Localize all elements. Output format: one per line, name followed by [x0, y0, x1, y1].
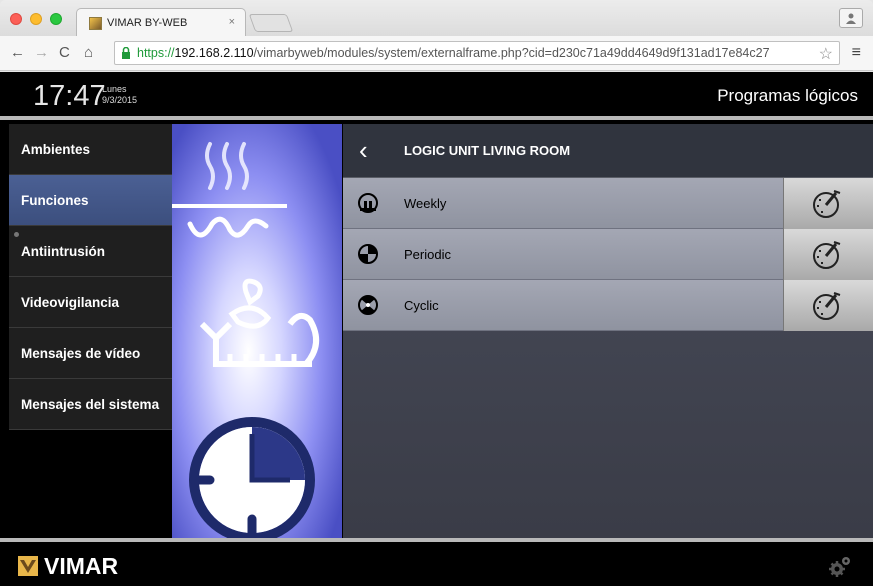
back-chevron-icon[interactable]: ‹: [359, 135, 368, 166]
tab-strip: VIMAR BY-WEB ×: [0, 0, 873, 36]
sidebar-item-antiintrusion[interactable]: Antiintrusión: [9, 226, 172, 277]
decorative-panel: [172, 124, 342, 538]
sidebar: Ambientes Funciones Antiintrusión Videov…: [9, 124, 172, 534]
program-row-periodic[interactable]: Periodic: [343, 229, 873, 280]
sidebar-item-label: Mensajes del sistema: [21, 397, 160, 412]
tab-title: VIMAR BY-WEB: [107, 17, 188, 29]
periodic-icon: [358, 244, 378, 264]
profile-icon[interactable]: [839, 8, 863, 28]
browser-window: VIMAR BY-WEB × ← → C ⌂ https://192.168.2…: [0, 0, 873, 586]
sidebar-item-funciones[interactable]: Funciones: [9, 175, 172, 226]
reload-icon[interactable]: C: [59, 44, 70, 61]
timer-edit-icon: [813, 241, 841, 269]
functions-illustration-icon: [172, 142, 319, 538]
main-panel: ‹ LOGIC UNIT LIVING ROOM Weekly Periodic…: [343, 124, 873, 538]
date-block: Lunes 9/3/2015: [102, 84, 137, 106]
app-header: 17:47 Lunes 9/3/2015 Programas lógicos: [0, 72, 873, 120]
timer-edit-icon: [813, 190, 841, 218]
browser-toolbar: ← → C ⌂ https://192.168.2.110/vimarbyweb…: [0, 36, 873, 71]
maximize-window-button[interactable]: [50, 13, 62, 25]
date: 9/3/2015: [102, 95, 138, 105]
weekly-icon: [358, 193, 378, 213]
sidebar-item-mensajes-video[interactable]: Mensajes de vídeo: [9, 328, 172, 379]
sidebar-item-label: Mensajes de vídeo: [21, 346, 141, 361]
app-footer: VIMAR: [0, 538, 873, 586]
back-arrow-icon[interactable]: ←: [10, 44, 25, 61]
logic-unit-title: LOGIC UNIT LIVING ROOM: [404, 143, 571, 158]
bookmark-star-icon[interactable]: ☆: [819, 44, 833, 64]
browser-tab[interactable]: VIMAR BY-WEB ×: [76, 8, 246, 36]
row-label: Cyclic: [404, 298, 439, 313]
sidebar-item-label: Videovigilancia: [21, 295, 120, 310]
timer-edit-icon: [813, 292, 841, 320]
edit-program-button[interactable]: [783, 280, 873, 331]
address-bar[interactable]: https://192.168.2.110/vimarbyweb/modules…: [114, 41, 840, 65]
menu-icon[interactable]: ≡: [852, 44, 861, 62]
edit-program-button[interactable]: [783, 178, 873, 229]
close-window-button[interactable]: [10, 13, 22, 25]
vimar-app: 17:47 Lunes 9/3/2015 Programas lógicos A…: [0, 72, 873, 586]
url-scheme: https://: [137, 46, 175, 60]
weekday: Lunes: [102, 84, 127, 94]
program-row-cyclic[interactable]: Cyclic: [343, 280, 873, 331]
edit-program-button[interactable]: [783, 229, 873, 280]
program-row-weekly[interactable]: Weekly: [343, 178, 873, 229]
sidebar-item-label: Funciones: [21, 193, 89, 208]
home-icon[interactable]: ⌂: [84, 44, 93, 61]
sidebar-item-videovigilancia[interactable]: Videovigilancia: [9, 277, 172, 328]
brand-name: VIMAR: [44, 553, 119, 579]
forward-arrow-icon[interactable]: →: [34, 44, 49, 61]
url-path: /vimarbyweb/modules/system/externalframe…: [253, 46, 770, 60]
sidebar-item-label: Ambientes: [21, 142, 91, 157]
page-title: Programas lógicos: [717, 86, 858, 105]
cyclic-icon: [358, 295, 378, 315]
url-text: https://192.168.2.110/vimarbyweb/modules…: [137, 46, 770, 60]
vimar-favicon-icon: [89, 17, 102, 30]
lock-icon: [122, 47, 130, 59]
tab-close-icon[interactable]: ×: [229, 16, 235, 28]
sidebar-item-mensajes-sistema[interactable]: Mensajes del sistema: [9, 379, 172, 430]
row-label: Periodic: [404, 247, 451, 262]
clock-time: 17:47: [33, 80, 106, 112]
main-header: ‹ LOGIC UNIT LIVING ROOM: [343, 124, 873, 178]
sidebar-item-label: Antiintrusión: [21, 244, 105, 259]
sidebar-item-ambientes[interactable]: Ambientes: [9, 124, 172, 175]
minimize-window-button[interactable]: [30, 13, 42, 25]
vimar-logo-icon: [18, 556, 38, 576]
url-host: 192.168.2.110: [174, 46, 254, 60]
status-dot-icon: [14, 232, 19, 237]
settings-gear-icon[interactable]: [827, 556, 851, 578]
row-label: Weekly: [404, 196, 447, 211]
new-tab-button[interactable]: [248, 14, 294, 32]
